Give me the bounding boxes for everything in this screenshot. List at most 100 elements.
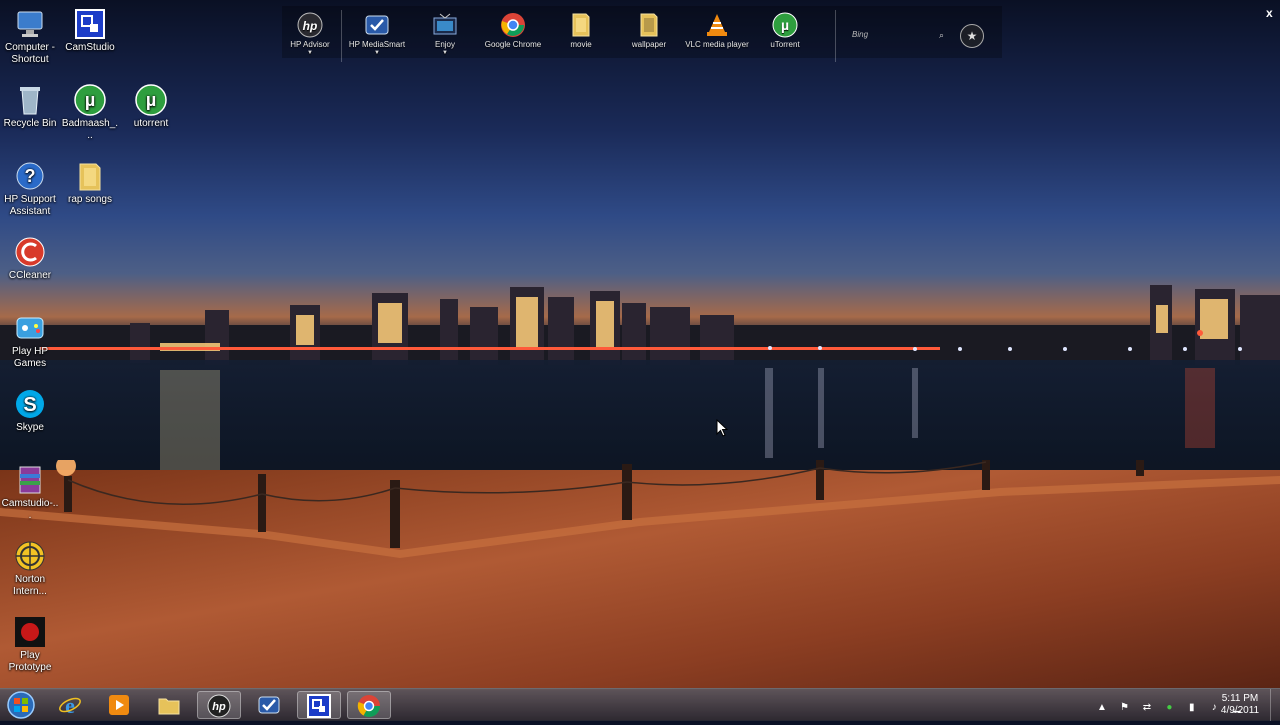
svg-text:µ: µ [85,90,95,110]
chevron-down-icon[interactable]: ▼ [342,50,412,56]
folder-icon [157,693,181,717]
help-icon: ? [14,160,46,192]
recycle-bin-icon [14,84,46,116]
utorrent-icon: µ [135,84,167,116]
prototype-icon [14,616,46,648]
desktop-icon-hp-support-assistant[interactable]: ? HP Support Assistant [1,160,59,218]
svg-text:hp: hp [212,701,226,713]
desktop-icon-ccleaner[interactable]: CCleaner [1,236,59,282]
favorites-star-button[interactable]: ★ [960,24,984,48]
clock-date: 4/9/2011 [1220,705,1260,716]
dock-item-label: uTorrent [770,40,800,49]
desktop-icon-label: Computer - Shortcut [4,42,55,65]
dock-item-vlc[interactable]: VLC media player [682,12,752,49]
utorrent-icon: µ [74,84,106,116]
dock-close-button[interactable]: x [1266,6,1273,20]
desktop-icon-norton[interactable]: Norton Intern... [1,540,59,598]
chevron-down-icon[interactable]: ▼ [410,50,480,56]
city-skyline [0,285,1280,365]
dock-item-hp-mediasmart[interactable]: HP MediaSmart ▼ [342,12,412,56]
dock-item-utorrent[interactable]: µ uTorrent [750,12,820,49]
taskbar-clock[interactable]: 5:11 PM 4/9/2011 [1214,693,1266,717]
dock-item-label: Enjoy [434,40,455,49]
desktop-icon-play-prototype[interactable]: Play Prototype [1,616,59,674]
start-button[interactable] [4,690,38,720]
norton-icon [14,540,46,572]
taskbar-media-player[interactable] [97,691,141,719]
search-icon[interactable]: ⌕ [939,30,944,41]
chevron-down-icon[interactable]: ▼ [275,50,345,56]
taskbar-hp-mediasmart[interactable] [247,691,291,719]
dock-item-wallpaper[interactable]: wallpaper [614,12,684,49]
dock-item-label: VLC media player [685,40,749,49]
desktop-icon-label: utorrent [133,118,169,129]
bing-search-input[interactable]: Bing ⌕ [852,30,944,44]
dock-item-hp-advisor[interactable]: hp HP Advisor ▼ [275,12,345,56]
show-hidden-icons-icon[interactable]: ▲ [1096,702,1108,714]
dock-item-label: wallpaper [631,40,667,49]
star-icon: ★ [966,29,978,43]
desktop-icon-utorrent[interactable]: µ utorrent [122,84,180,130]
svg-text:?: ? [25,166,36,186]
quick-launch-dock: hp HP Advisor ▼ HP MediaSmart ▼ Enjoy ▼ … [282,6,1273,62]
ie-icon: e [58,693,82,718]
desktop-icon-label: Norton Intern... [13,574,47,597]
taskbar: e hp ▲ ⚑ ⇄ ● ▮ ♪ ▁ 5:11 PM 4/9/2011 [0,688,1280,721]
power-battery-icon[interactable]: ▮ [1186,702,1198,714]
clock-time: 5:11 PM [1221,693,1259,704]
taskbar-internet-explorer[interactable]: e [48,691,92,719]
desktop-icon-play-hp-games[interactable]: Play HP Games [1,312,59,370]
folder-icon [636,12,662,38]
ccleaner-icon [14,236,46,268]
dock-item-label: HP Advisor [290,40,330,49]
taskbar-google-chrome[interactable] [347,691,391,719]
dock-item-movie[interactable]: movie [546,12,616,49]
desktop-icon-label: Skype [16,422,44,433]
desktop-icon-label: HP Support Assistant [4,194,56,217]
desktop-icon-label: CCleaner [8,270,52,281]
dock-item-label: movie [570,40,592,49]
dock-item-google-chrome[interactable]: Google Chrome [478,12,548,49]
taskbar-file-explorer[interactable] [147,691,191,719]
desktop-icon-rap-songs[interactable]: rap songs [61,160,119,206]
show-desktop-button[interactable] [1270,689,1280,721]
computer-icon [14,8,46,40]
chrome-icon [500,12,526,38]
dock-item-label: HP MediaSmart [348,40,406,49]
camstudio-icon [307,694,331,718]
pier-railing [0,436,1280,580]
tv-icon [432,12,458,38]
desktop-icon-label: Play Prototype [8,650,52,673]
dock-item-enjoy[interactable]: Enjoy ▼ [410,12,480,56]
mediasmart-icon [257,693,281,717]
desktop-icon-recycle-bin[interactable]: Recycle Bin [1,84,59,130]
camstudio-icon [74,8,106,40]
folder-icon [568,12,594,38]
desktop-icon-camstudio-archive[interactable]: Camstudio-... [1,464,59,522]
mediasmart-icon [364,12,390,38]
desktop-icon-badmaash[interactable]: µ Badmaash_... [61,84,119,142]
hp-icon: hp [297,12,323,38]
media-player-icon [107,693,131,717]
network-share-icon[interactable]: ⇄ [1141,702,1153,714]
desktop-icon-label: rap songs [68,194,112,205]
utorrent-icon: µ [772,12,798,38]
taskbar-camstudio[interactable] [297,691,341,719]
svg-text:e: e [65,693,75,717]
dock-item-label: Google Chrome [484,40,542,49]
desktop-icon-label: CamStudio [65,42,115,53]
utorrent-tray-icon[interactable]: ● [1163,702,1175,714]
skype-icon: S [14,388,46,420]
desktop-icon-skype[interactable]: S Skype [1,388,59,434]
hp-icon: hp [207,694,231,718]
winrar-icon [14,464,46,496]
desktop-icon-label: Camstudio-... [1,498,59,521]
svg-text:hp: hp [303,19,318,33]
desktop-icon-label: Recycle Bin [3,118,57,129]
desktop-icon-camstudio[interactable]: CamStudio [61,8,119,54]
desktop-icon-computer-shortcut[interactable]: Computer - Shortcut [1,8,59,66]
action-center-flag-icon[interactable]: ⚑ [1118,702,1130,714]
taskbar-hp-advisor[interactable]: hp [197,691,241,719]
search-placeholder: Bing [852,30,869,39]
svg-text:S: S [23,394,36,416]
